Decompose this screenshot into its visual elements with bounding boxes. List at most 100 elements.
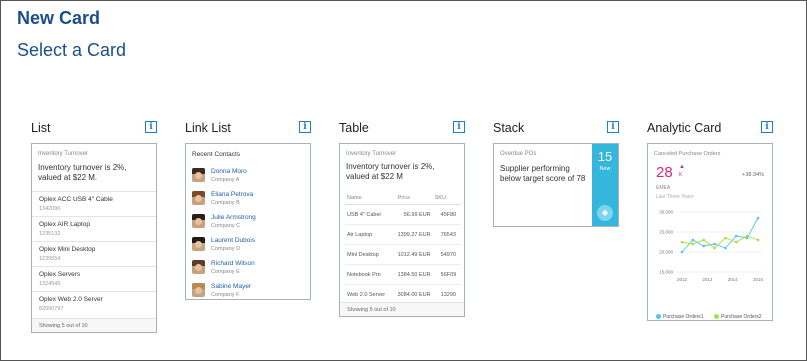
list-item-sub: 1235132 xyxy=(39,231,61,237)
list-item-name: Oplex ACC USB 4" Cable xyxy=(39,196,113,203)
contact-company: Company E xyxy=(211,269,240,275)
contact-name-link[interactable]: Richard Wilson xyxy=(211,260,255,267)
card-option-analytic[interactable]: Analytic Card i Canceled Purchase Orders… xyxy=(647,121,773,321)
legend-dot xyxy=(714,314,719,319)
data-point xyxy=(745,234,749,238)
data-point xyxy=(756,238,760,242)
contact-item[interactable]: Julie Armstrong Company C xyxy=(186,210,310,233)
region-label: EMEA xyxy=(656,185,671,191)
kpi-unit: K xyxy=(679,172,683,178)
table-row[interactable]: Mini Desktop 1012.49 EUR 54970 xyxy=(345,244,461,265)
stack-count-label: New xyxy=(599,166,611,172)
data-point xyxy=(756,216,760,220)
list-item[interactable]: Oplex Web 2.0 Server 82090797 xyxy=(32,291,156,316)
stack-card-preview[interactable]: Overdue POs Supplier performing below ta… xyxy=(493,143,619,227)
legend-series-1: Purchase Orders1 xyxy=(656,314,704,320)
legend-dot xyxy=(656,314,661,319)
kpi-delta: +38.34% xyxy=(742,172,764,178)
contact-company: Company C xyxy=(211,223,241,229)
contact-name-link[interactable]: Laurent Dubois xyxy=(211,237,255,244)
list-item-sub: 82090797 xyxy=(39,306,64,312)
contact-name-link[interactable]: Sabine Mayer xyxy=(211,283,251,290)
avatar xyxy=(192,168,205,182)
table-cell: USB 4" Cabel xyxy=(345,204,392,225)
legend-label: Purchase Orders2 xyxy=(721,314,762,320)
contact-item[interactable]: Richard Wilson Company E xyxy=(186,256,310,279)
y-tick-label: 15,000 xyxy=(659,270,673,275)
avatar xyxy=(192,260,205,274)
card-footer: Showing 5 out of 10 xyxy=(340,302,464,316)
table-card-preview[interactable]: Inventory Turnover Inventory turnover is… xyxy=(339,143,465,317)
info-icon[interactable]: i xyxy=(607,121,619,133)
page-title: New Card xyxy=(17,8,101,28)
card-type-label: List xyxy=(31,121,51,135)
list-item[interactable]: Oplex ACC USB 4" Cable 1342096 xyxy=(32,191,156,216)
data-point xyxy=(702,238,706,242)
info-icon[interactable]: i xyxy=(299,121,311,133)
x-tick-label: 2012 xyxy=(677,277,688,282)
contact-company: Company F xyxy=(211,292,240,298)
data-point xyxy=(702,244,706,248)
contact-name-link[interactable]: Eliana Petrova xyxy=(211,191,253,198)
stack-count: 15 xyxy=(597,149,613,164)
table-cell: 45F80 xyxy=(432,204,461,225)
contact-item[interactable]: Donna Moro Company A xyxy=(186,164,310,187)
list-item-sub: 1324545 xyxy=(39,281,61,287)
data-point xyxy=(724,246,727,250)
table-row[interactable]: Air Laptop 1399.27 EUR 76543 xyxy=(345,224,461,245)
contact-company: Company B xyxy=(211,200,240,206)
list-item[interactable]: Oplex Servers 1324545 xyxy=(32,266,156,291)
data-point xyxy=(713,242,716,246)
card-option-stack[interactable]: Stack i Overdue POs Supplier performing … xyxy=(493,121,619,227)
page-subtitle: Select a Card xyxy=(17,40,127,60)
contact-company: Company A xyxy=(211,177,240,183)
info-icon[interactable]: i xyxy=(453,121,465,133)
card-header: Recent Contacts xyxy=(192,151,241,158)
list-item[interactable]: Oplex AIR Laptop 1235132 xyxy=(32,216,156,241)
contact-name-link[interactable]: Julie Armstrong xyxy=(211,214,256,221)
card-type-label: Analytic Card xyxy=(647,121,722,135)
list-item[interactable]: Oplex Mini Desktop 1239554 xyxy=(32,241,156,266)
avatar xyxy=(192,237,205,251)
contact-company: Company D xyxy=(211,246,241,252)
column-header: Price xyxy=(391,192,433,205)
table-row[interactable]: USB 4" Cabel 56.99 EUR 45F80 xyxy=(345,204,461,225)
info-icon[interactable]: i xyxy=(145,121,157,133)
data-point xyxy=(713,246,716,250)
analytic-card-preview[interactable]: Canceled Purchase Orders 28 ▲ K +38.34% … xyxy=(647,143,773,321)
list-item-name: Oplex Web 2.0 Server xyxy=(39,296,103,303)
open-stack-icon[interactable]: ◆ xyxy=(597,205,613,221)
card-option-list[interactable]: List i Inventory Turnover Inventory turn… xyxy=(31,121,157,333)
x-tick-label: 2014 xyxy=(728,277,739,282)
data-point xyxy=(691,238,695,242)
info-icon[interactable]: i xyxy=(761,121,773,133)
list-card-preview[interactable]: Inventory Turnover Inventory turnover is… xyxy=(31,143,157,333)
list-item-name: Oplex Servers xyxy=(39,271,81,278)
table-cell: 56.99 EUR xyxy=(391,204,433,225)
table-row[interactable]: Notebook Pro 1384.50 EUR 56F09 xyxy=(345,264,461,285)
stack-count-panel: 15 New ◆ xyxy=(592,144,618,226)
contact-item[interactable]: Laurent Dubois Company D xyxy=(186,233,310,256)
column-header: Name xyxy=(345,192,392,205)
card-footer: Showing 5 out of 10 xyxy=(32,318,156,332)
card-type-label: Link List xyxy=(185,121,231,135)
contact-name-link[interactable]: Donna Moro xyxy=(211,168,247,175)
period-label: Last Three Years xyxy=(656,194,694,200)
card-message: Inventory turnover is 2%, valued at $22 … xyxy=(346,162,435,181)
card-header: Inventory Turnover xyxy=(38,151,89,157)
table-cell: 56F09 xyxy=(432,264,461,285)
card-type-label: Table xyxy=(339,121,369,135)
list-item-name: Oplex Mini Desktop xyxy=(39,246,96,253)
card-option-table[interactable]: Table i Inventory Turnover Inventory tur… xyxy=(339,121,465,317)
data-point xyxy=(680,250,684,254)
kpi-value: 28 xyxy=(656,164,673,181)
list-item-sub: 1342096 xyxy=(39,206,61,212)
x-tick-label: 2015 xyxy=(753,277,764,282)
contact-item[interactable]: Sabine Mayer Company F xyxy=(186,279,310,302)
card-option-link-list[interactable]: Link List i Recent Contacts Donna Moro C… xyxy=(185,121,311,300)
table-cell: 76543 xyxy=(432,224,461,245)
link-list-card-preview[interactable]: Recent Contacts Donna Moro Company A Eli… xyxy=(185,143,311,300)
trend-up-icon: ▲ xyxy=(679,164,685,170)
contact-item[interactable]: Eliana Petrova Company B xyxy=(186,187,310,210)
data-point xyxy=(691,242,695,246)
